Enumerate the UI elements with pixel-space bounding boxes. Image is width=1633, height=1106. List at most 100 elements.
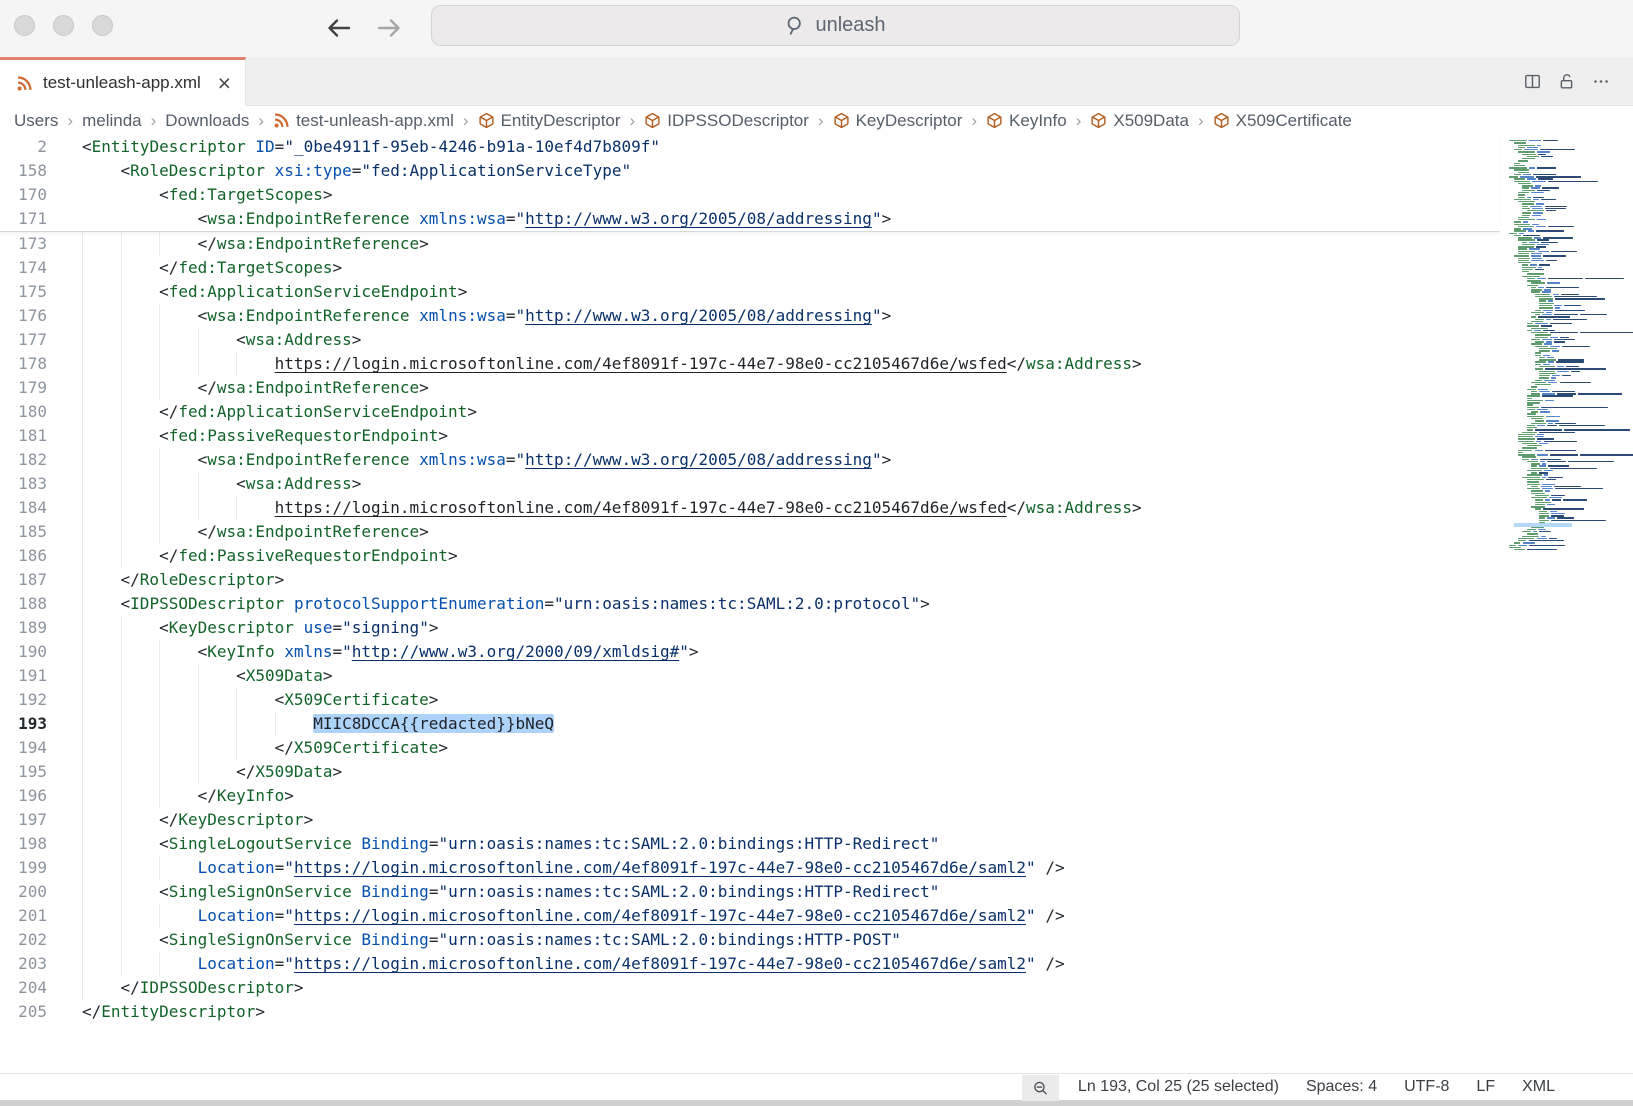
line-number[interactable]: 178 <box>0 352 47 376</box>
zoom-out-button[interactable] <box>1022 1075 1059 1101</box>
code-text[interactable]: </KeyDescriptor> <box>82 808 313 832</box>
line-number[interactable]: 196 <box>0 784 47 808</box>
line-number[interactable]: 192 <box>0 688 47 712</box>
code-text[interactable]: </X509Data> <box>82 760 342 784</box>
code-text[interactable]: </RoleDescriptor> <box>82 568 284 592</box>
traffic-light-minimize[interactable] <box>53 15 74 36</box>
code-text[interactable]: </wsa:EndpointReference> <box>82 376 429 400</box>
line-number[interactable]: 2 <box>0 135 47 159</box>
line-number[interactable]: 198 <box>0 832 47 856</box>
indentation-status[interactable]: Spaces: 4 <box>1306 1078 1377 1096</box>
breadcrumb-item-keyinfo[interactable]: KeyInfo <box>986 111 1067 131</box>
code-text[interactable]: <fed:PassiveRequestorEndpoint> <box>82 424 448 448</box>
search-input[interactable]: unleash <box>431 5 1240 46</box>
breadcrumb-item-entitydescriptor[interactable]: EntityDescriptor <box>478 111 621 131</box>
traffic-light-close[interactable] <box>14 15 35 36</box>
code-text[interactable]: </wsa:EndpointReference> <box>82 232 429 256</box>
line-number[interactable]: 200 <box>0 880 47 904</box>
encoding-status[interactable]: UTF-8 <box>1404 1078 1449 1096</box>
line-number[interactable]: 177 <box>0 328 47 352</box>
line-number[interactable]: 181 <box>0 424 47 448</box>
breadcrumb-item-test-unleash-app-xml[interactable]: test-unleash-app.xml <box>273 111 454 131</box>
line-number[interactable]: 189 <box>0 616 47 640</box>
line-number[interactable]: 188 <box>0 592 47 616</box>
code-text[interactable]: <X509Data> <box>82 664 332 688</box>
line-number[interactable]: 195 <box>0 760 47 784</box>
breadcrumb-item-downloads[interactable]: Downloads <box>165 111 249 131</box>
code-text[interactable]: <wsa:EndpointReference xmlns:wsa="http:/… <box>82 304 891 328</box>
line-number[interactable]: 194 <box>0 736 47 760</box>
code-text[interactable]: <fed:TargetScopes> <box>82 183 332 207</box>
line-number[interactable]: 158 <box>0 159 47 183</box>
unlock-icon[interactable] <box>1557 72 1576 91</box>
line-number[interactable]: 179 <box>0 376 47 400</box>
line-number[interactable]: 183 <box>0 472 47 496</box>
code-text[interactable]: </X509Certificate> <box>82 736 448 760</box>
cursor-position[interactable]: Ln 193, Col 25 (25 selected) <box>1078 1078 1279 1096</box>
code-text[interactable]: MIIC8DCCA{{redacted}}bNeQ <box>82 712 554 736</box>
code-text[interactable]: </IDPSSODescriptor> <box>82 976 304 1000</box>
code-text[interactable]: <fed:ApplicationServiceEndpoint> <box>82 280 467 304</box>
breadcrumb-item-users[interactable]: Users <box>14 111 58 131</box>
traffic-light-zoom[interactable] <box>92 15 113 36</box>
back-button[interactable] <box>322 11 356 45</box>
code-text[interactable]: <SingleSignOnService Binding="urn:oasis:… <box>82 880 939 904</box>
line-number[interactable]: 193 <box>0 712 47 736</box>
line-number[interactable]: 170 <box>0 183 47 207</box>
split-editor-button[interactable] <box>1523 72 1542 91</box>
line-number[interactable]: 180 <box>0 400 47 424</box>
code-text[interactable]: https://login.microsoftonline.com/4ef809… <box>82 352 1142 376</box>
code-text[interactable]: <wsa:EndpointReference xmlns:wsa="http:/… <box>82 207 891 231</box>
line-number[interactable]: 205 <box>0 1000 47 1024</box>
code-text[interactable]: <KeyDescriptor use="signing"> <box>82 616 438 640</box>
line-number[interactable]: 204 <box>0 976 47 1000</box>
line-number[interactable]: 171 <box>0 207 47 231</box>
breadcrumb-item-x509data[interactable]: X509Data <box>1090 111 1189 131</box>
code-text[interactable]: Location="https://login.microsoftonline.… <box>82 856 1065 880</box>
code-text[interactable]: <SingleSignOnService Binding="urn:oasis:… <box>82 928 901 952</box>
minimap[interactable] <box>1502 140 1630 552</box>
line-number[interactable]: 190 <box>0 640 47 664</box>
breadcrumb-item-x509certificate[interactable]: X509Certificate <box>1213 111 1352 131</box>
line-number[interactable]: 202 <box>0 928 47 952</box>
forward-button[interactable] <box>372 11 406 45</box>
line-number[interactable]: 184 <box>0 496 47 520</box>
code-text[interactable]: https://login.microsoftonline.com/4ef809… <box>82 496 1142 520</box>
language-mode[interactable]: XML <box>1522 1078 1555 1096</box>
breadcrumb-item-keydescriptor[interactable]: KeyDescriptor <box>833 111 963 131</box>
code-text[interactable]: <wsa:Address> <box>82 328 361 352</box>
tab-close-button[interactable]: × <box>216 72 233 95</box>
code-text[interactable]: <SingleLogoutService Binding="urn:oasis:… <box>82 832 939 856</box>
breadcrumb-item-melinda[interactable]: melinda <box>82 111 142 131</box>
code-text[interactable]: <KeyInfo xmlns="http://www.w3.org/2000/0… <box>82 640 699 664</box>
code-text[interactable]: </wsa:EndpointReference> <box>82 520 429 544</box>
more-actions-button[interactable] <box>1591 72 1611 91</box>
line-number[interactable]: 199 <box>0 856 47 880</box>
tab-test-unleash-app-xml[interactable]: test-unleash-app.xml × <box>0 57 246 106</box>
line-number[interactable]: 203 <box>0 952 47 976</box>
code-text[interactable]: <IDPSSODescriptor protocolSupportEnumera… <box>82 592 930 616</box>
line-number[interactable]: 173 <box>0 232 47 256</box>
code-text[interactable]: <wsa:Address> <box>82 472 361 496</box>
code-text[interactable]: </fed:PassiveRequestorEndpoint> <box>82 544 458 568</box>
code-text[interactable]: <RoleDescriptor xsi:type="fed:Applicatio… <box>82 159 631 183</box>
line-number[interactable]: 197 <box>0 808 47 832</box>
eol-status[interactable]: LF <box>1476 1078 1495 1096</box>
code-text[interactable]: Location="https://login.microsoftonline.… <box>82 904 1065 928</box>
line-number[interactable]: 201 <box>0 904 47 928</box>
breadcrumb-item-idpssodescriptor[interactable]: IDPSSODescriptor <box>644 111 809 131</box>
code-text[interactable]: </fed:TargetScopes> <box>82 256 342 280</box>
line-number[interactable]: 182 <box>0 448 47 472</box>
line-number[interactable]: 191 <box>0 664 47 688</box>
code-text[interactable]: <wsa:EndpointReference xmlns:wsa="http:/… <box>82 448 891 472</box>
code-text[interactable]: </KeyInfo> <box>82 784 294 808</box>
line-number[interactable]: 186 <box>0 544 47 568</box>
line-number[interactable]: 176 <box>0 304 47 328</box>
code-text[interactable]: <EntityDescriptor ID="_0be4911f-95eb-424… <box>82 135 660 159</box>
line-number[interactable]: 187 <box>0 568 47 592</box>
line-number[interactable]: 185 <box>0 520 47 544</box>
code-text[interactable]: </fed:ApplicationServiceEndpoint> <box>82 400 477 424</box>
code-text[interactable]: </EntityDescriptor> <box>82 1000 265 1024</box>
code-text[interactable]: Location="https://login.microsoftonline.… <box>82 952 1065 976</box>
line-number[interactable]: 175 <box>0 280 47 304</box>
